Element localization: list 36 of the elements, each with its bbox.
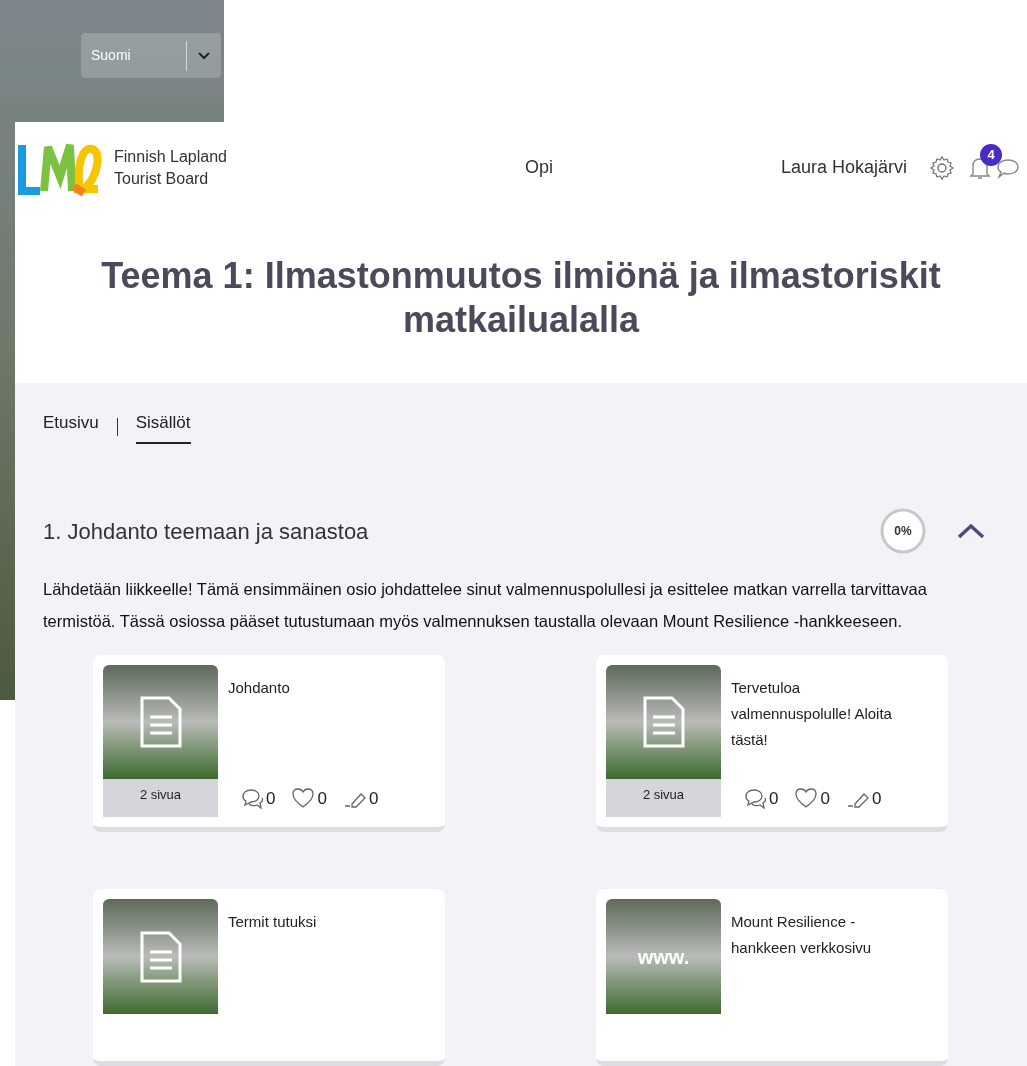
- tab[interactable]: Etusivu: [43, 410, 99, 444]
- comments-icon: [240, 786, 264, 811]
- logo-text: Finnish Lapland: [114, 146, 227, 167]
- chevron-up-icon: [957, 523, 985, 539]
- count-text: 0: [820, 787, 830, 810]
- content-card[interactable]: 2 sivua Tervetuloa valmennuspolulle! Aloita tästä! 0 0 0: [596, 655, 948, 832]
- web-label: www.: [637, 944, 690, 970]
- content-card[interactable]: 2 sivua Johdanto 0 0 0: [93, 655, 445, 832]
- logo[interactable]: Finnish Lapland Tourist Board: [18, 136, 227, 199]
- section-heading[interactable]: 1. Johdanto teemaan ja sanastoa: [43, 514, 879, 548]
- document-icon: [138, 929, 183, 984]
- card-title[interactable]: Termit tutuksi: [228, 899, 435, 935]
- section-description: Lähdetään liikkeelle! Tämä ensimmäinen osio johdattelee sinut valmennuspolullesi ja esittelee matkan varrella tarvittavaa termistöä. Tässä osiossa pääset tutustumaan myös valmennuksen taustalla olevaan Mount Resilience -hankkeeseen.: [43, 579, 928, 632]
- page-title: Teema 1: Ilmastonmuutos ilmiönä ja ilmastoriskit matkailualalla: [100, 254, 942, 343]
- progress-ring: 0%: [879, 507, 927, 555]
- notification-count-badge: 4: [980, 143, 1002, 166]
- card-title[interactable]: Johdanto: [228, 665, 435, 701]
- comments-icon: [743, 786, 767, 811]
- settings-icon: [929, 154, 955, 181]
- document-icon: [138, 695, 183, 750]
- card-title[interactable]: Mount Resilience - hankkeen verkkosivu: [731, 899, 938, 961]
- document-icon: [641, 695, 686, 750]
- count-text: 0: [769, 787, 779, 810]
- content-card[interactable]: Termit tutuksi: [93, 889, 445, 1066]
- logo-text: Tourist Board: [114, 168, 210, 189]
- count-text: 0: [266, 787, 276, 810]
- count-text: 0: [368, 787, 379, 810]
- tab[interactable]: Sisällöt: [135, 410, 191, 444]
- card-title[interactable]: Tervetuloa valmennuspolulle! Aloita tästä!: [731, 665, 938, 753]
- content-card[interactable]: www. Mount Resilience - hankkeen verkkosivu: [596, 889, 948, 1066]
- page-count: 2 sivua: [103, 779, 218, 817]
- user-name-link[interactable]: Laura Hokajärvi: [780, 154, 907, 182]
- page-count: 2 sivua: [606, 779, 721, 817]
- count-text: 0: [317, 787, 327, 810]
- nav-link[interactable]: Opi: [524, 154, 553, 182]
- count-text: 0: [871, 787, 882, 810]
